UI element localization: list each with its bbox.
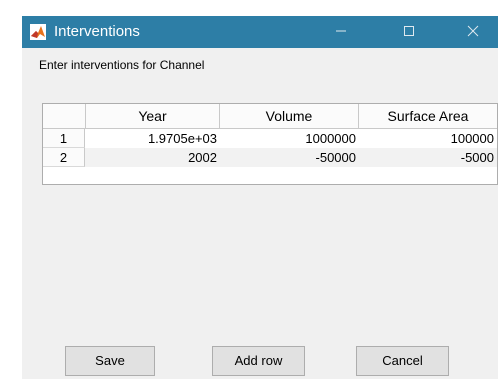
column-header-corner xyxy=(43,104,86,128)
window-title: Interventions xyxy=(54,23,140,40)
close-button[interactable] xyxy=(450,16,496,48)
save-button[interactable]: Save xyxy=(65,346,155,376)
year-cell[interactable]: 2002 xyxy=(86,148,220,167)
close-icon xyxy=(467,25,479,37)
minimize-icon xyxy=(336,30,346,32)
cancel-button[interactable]: Cancel xyxy=(356,346,449,376)
table-row: 2 2002 -50000 -5000 xyxy=(43,148,497,167)
volume-cell[interactable]: 1000000 xyxy=(220,129,359,148)
minimize-button[interactable] xyxy=(318,16,364,48)
add-row-button[interactable]: Add row xyxy=(212,346,305,376)
column-header-volume[interactable]: Volume xyxy=(220,104,359,128)
maximize-icon xyxy=(404,26,414,36)
interventions-table[interactable]: Year Volume Surface Area 1 1.9705e+03 10… xyxy=(42,103,498,185)
table-header: Year Volume Surface Area xyxy=(43,104,497,129)
column-header-surface-area[interactable]: Surface Area xyxy=(359,104,497,128)
column-header-year[interactable]: Year xyxy=(86,104,220,128)
table-row: 1 1.9705e+03 1000000 100000 xyxy=(43,129,497,148)
year-cell[interactable]: 1.9705e+03 xyxy=(86,129,220,148)
title-bar[interactable]: Interventions xyxy=(22,16,498,48)
interventions-window: Interventions Enter interventions for Ch… xyxy=(22,16,498,379)
maximize-button[interactable] xyxy=(386,16,432,48)
surface-area-cell[interactable]: -5000 xyxy=(359,148,497,167)
row-header[interactable]: 1 xyxy=(43,129,85,148)
volume-cell[interactable]: -50000 xyxy=(220,148,359,167)
row-header[interactable]: 2 xyxy=(43,148,85,167)
surface-area-cell[interactable]: 100000 xyxy=(359,129,497,148)
instruction-label: Enter interventions for Channel xyxy=(39,58,205,72)
matlab-logo-icon xyxy=(30,24,46,40)
